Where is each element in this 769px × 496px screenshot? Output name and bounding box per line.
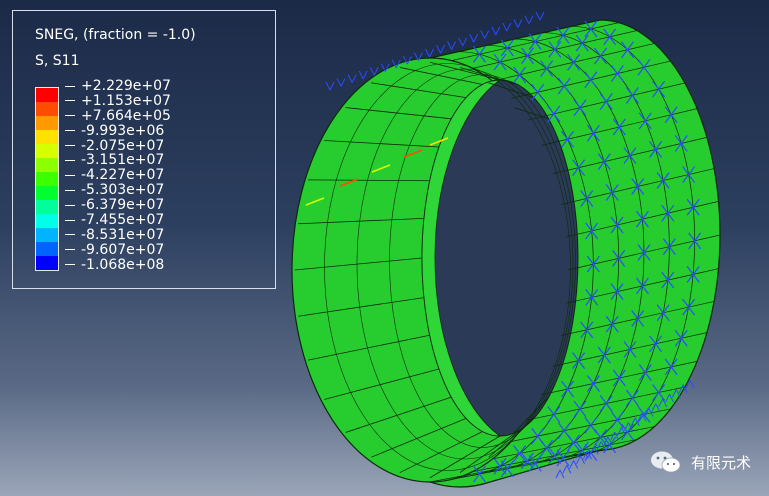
load-arrow-marker xyxy=(524,15,534,24)
legend-label: -7.455e+07 xyxy=(65,213,171,228)
legend-swatch xyxy=(36,116,58,130)
legend-swatch xyxy=(36,88,58,102)
wechat-icon xyxy=(650,451,681,473)
legend-label: -5.303e+07 xyxy=(65,183,171,198)
load-arrow-marker xyxy=(325,81,335,91)
watermark: 有限元术 xyxy=(649,450,751,474)
legend-swatch xyxy=(36,242,58,256)
load-arrow-marker xyxy=(535,11,545,21)
legend-labels: +2.229e+07 +1.153e+07 +7.664e+05 -9.993e… xyxy=(65,79,171,273)
legend-label: -9.607e+07 xyxy=(65,242,171,258)
load-arrow-marker xyxy=(458,37,468,47)
load-arrow-marker xyxy=(336,78,346,87)
legend-panel: SNEG, (fraction = -1.0) S, S11 +2.229e+0… xyxy=(12,10,276,289)
load-arrow-marker xyxy=(436,44,445,54)
legend-swatch xyxy=(36,130,58,144)
load-arrow-marker xyxy=(425,48,434,58)
legend-label: -1.068e+08 xyxy=(65,257,171,273)
legend-swatch xyxy=(36,158,58,172)
load-arrow-marker xyxy=(513,19,523,28)
watermark-text: 有限元术 xyxy=(690,453,751,472)
legend-swatch xyxy=(36,200,58,214)
legend-label: -3.151e+07 xyxy=(65,153,171,168)
legend-label: -2.075e+07 xyxy=(65,138,171,154)
load-arrow-marker xyxy=(347,74,357,83)
load-arrow-marker xyxy=(358,70,368,80)
cylinder-model xyxy=(291,11,721,488)
legend-title: SNEG, (fraction = -1.0) xyxy=(35,27,196,43)
legend-swatch xyxy=(36,256,58,270)
legend-label: +1.153e+07 xyxy=(65,93,171,109)
load-arrow-marker xyxy=(502,22,512,32)
load-arrow-marker xyxy=(447,41,457,50)
legend-label: -8.531e+07 xyxy=(65,227,171,243)
legend-swatch xyxy=(36,102,58,116)
legend-label: +2.229e+07 xyxy=(65,79,171,94)
legend-label: -6.379e+07 xyxy=(65,198,171,213)
legend-subtitle: S, S11 xyxy=(35,53,80,69)
load-arrow-marker xyxy=(562,465,572,474)
load-arrow-marker xyxy=(555,469,565,479)
legend-label: +7.664e+05 xyxy=(65,108,171,124)
legend-swatch xyxy=(36,144,58,158)
load-arrow-marker xyxy=(480,30,490,39)
load-arrow-marker xyxy=(491,26,501,35)
legend-swatch xyxy=(36,228,58,242)
legend-swatch xyxy=(36,214,58,228)
load-arrow-marker xyxy=(569,460,579,469)
load-arrow-marker xyxy=(469,33,479,43)
legend-color-scale xyxy=(35,87,59,271)
legend-label: -9.993e+06 xyxy=(65,123,171,139)
legend-label: -4.227e+07 xyxy=(65,168,171,183)
legend-swatch xyxy=(36,172,58,186)
legend-swatch xyxy=(36,186,58,200)
